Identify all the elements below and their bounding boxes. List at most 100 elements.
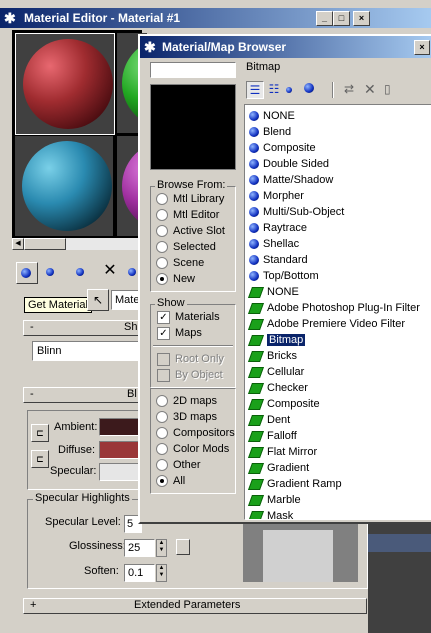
radio-all[interactable]: All — [156, 473, 235, 489]
soften-spinner[interactable]: ▲ ▼ — [156, 564, 167, 582]
list-item-none-material[interactable]: NONE — [245, 108, 431, 124]
radio-button[interactable] — [156, 443, 168, 456]
list-item-double-sided[interactable]: Double Sided — [245, 156, 431, 172]
view-small-icons-button[interactable] — [286, 84, 302, 100]
maximize-button[interactable]: □ — [333, 11, 350, 26]
view-large-icons-button[interactable] — [304, 82, 320, 98]
close-button[interactable]: × — [353, 11, 370, 26]
list-item-dent[interactable]: Dent — [245, 412, 431, 428]
list-item-none-map[interactable]: NONE — [245, 284, 431, 300]
diffuse-color-swatch[interactable] — [99, 441, 143, 459]
list-item-marble[interactable]: Marble — [245, 492, 431, 508]
checkbox-maps[interactable]: ✓ Maps — [157, 325, 224, 341]
list-item-multi-sub-object[interactable]: Multi/Sub-Object — [245, 204, 431, 220]
make-copy-icon[interactable] — [128, 266, 138, 280]
list-item-raytrace[interactable]: Raytrace — [245, 220, 431, 236]
radio-2d-maps[interactable]: 2D maps — [156, 393, 235, 409]
specular-color-swatch[interactable] — [99, 463, 143, 481]
checkbox-label: By Object — [175, 369, 223, 381]
update-scene-materials-icon[interactable]: ⇄ — [344, 81, 360, 97]
map-icon — [247, 350, 265, 362]
radio-label: New — [173, 273, 196, 285]
list-item-checker[interactable]: Checker — [245, 380, 431, 396]
checkbox-materials[interactable]: ✓ Materials — [157, 309, 224, 325]
put-to-scene-icon[interactable] — [42, 265, 58, 279]
clear-material-library-icon[interactable]: ▯ — [384, 81, 400, 97]
radio-button[interactable] — [156, 273, 168, 286]
list-item-label: Gradient — [267, 462, 310, 474]
checkbox[interactable]: ✓ — [157, 326, 170, 340]
minimize-button[interactable]: _ — [316, 11, 333, 26]
soften-input[interactable]: 0.1 — [124, 564, 155, 582]
list-item-premiere-filter[interactable]: Adobe Premiere Video Filter — [245, 316, 431, 332]
scroll-left-arrow[interactable]: ◀ — [12, 238, 24, 250]
lock-ambient-button[interactable]: ⊏ — [31, 424, 49, 442]
delete-from-library-icon[interactable]: ✕ — [364, 81, 380, 97]
radio-button[interactable] — [156, 459, 168, 472]
shader-rollout-header[interactable]: - Sh — [23, 320, 145, 336]
list-item-matte-shadow[interactable]: Matte/Shadow — [245, 172, 431, 188]
list-item-composite-material[interactable]: Composite — [245, 140, 431, 156]
list-item-composite-map[interactable]: Composite — [245, 396, 431, 412]
assign-to-selection-icon[interactable] — [72, 265, 88, 279]
view-list-button[interactable]: ☰ — [246, 81, 264, 99]
list-item-flat-mirror[interactable]: Flat Mirror — [245, 444, 431, 460]
extended-parameters-rollout[interactable]: + Extended Parameters — [23, 598, 367, 614]
radio-new[interactable]: New — [156, 271, 225, 287]
glossiness-input[interactable]: 25 — [124, 539, 155, 557]
sample-slot-3[interactable] — [15, 136, 113, 236]
radio-button[interactable] — [156, 395, 168, 408]
browser-titlebar[interactable]: ✱ Material/Map Browser × — [140, 36, 431, 58]
radio-mtl-editor[interactable]: Mtl Editor — [156, 207, 225, 223]
scroll-thumb[interactable] — [24, 238, 66, 250]
list-item-bitmap[interactable]: Bitmap — [245, 332, 431, 348]
radio-button[interactable] — [156, 241, 168, 254]
list-item-gradient-ramp[interactable]: Gradient Ramp — [245, 476, 431, 492]
ambient-color-swatch[interactable] — [99, 418, 143, 436]
radio-button[interactable] — [156, 193, 168, 206]
list-item-standard[interactable]: Standard — [245, 252, 431, 268]
checkbox[interactable]: ✓ — [157, 310, 170, 324]
radio-scene[interactable]: Scene — [156, 255, 225, 271]
list-item-photoshop-filter[interactable]: Adobe Photoshop Plug-In Filter — [245, 300, 431, 316]
material-editor-titlebar[interactable]: ✱ Material Editor - Material #1 _ □ × — [0, 8, 431, 28]
radio-button[interactable] — [156, 427, 168, 440]
lock-specular-button[interactable]: ⊏ — [31, 450, 49, 468]
radio-color-mods[interactable]: Color Mods — [156, 441, 235, 457]
radio-button[interactable] — [156, 475, 168, 488]
radio-compositors[interactable]: Compositors — [156, 425, 235, 441]
radio-mtl-library[interactable]: Mtl Library — [156, 191, 225, 207]
sample-slot-scrollbar[interactable]: ◀ — [12, 238, 142, 250]
list-item-morpher[interactable]: Morpher — [245, 188, 431, 204]
sample-slot-1[interactable] — [15, 33, 115, 135]
list-item-cellular[interactable]: Cellular — [245, 364, 431, 380]
get-material-button[interactable] — [16, 262, 38, 284]
material-icon — [249, 143, 259, 154]
radio-button[interactable] — [156, 411, 168, 424]
basic-params-rollout-header[interactable]: - Bl — [23, 387, 145, 403]
view-list-icons-button[interactable]: ☷ — [266, 81, 282, 97]
glossiness-map-button[interactable] — [176, 539, 190, 555]
list-item-mask[interactable]: Mask — [245, 508, 431, 519]
list-item-falloff[interactable]: Falloff — [245, 428, 431, 444]
list-item-shellac[interactable]: Shellac — [245, 236, 431, 252]
radio-button[interactable] — [156, 257, 168, 270]
list-item-bricks[interactable]: Bricks — [245, 348, 431, 364]
radio-3d-maps[interactable]: 3D maps — [156, 409, 235, 425]
list-item-top-bottom[interactable]: Top/Bottom — [245, 268, 431, 284]
radio-button[interactable] — [156, 209, 168, 222]
radio-other[interactable]: Other — [156, 457, 235, 473]
browser-close-button[interactable]: × — [414, 40, 430, 55]
pick-material-button[interactable]: ↖ — [87, 289, 109, 311]
radio-button[interactable] — [156, 225, 168, 238]
list-item-blend[interactable]: Blend — [245, 124, 431, 140]
list-item-gradient[interactable]: Gradient — [245, 460, 431, 476]
browser-search-input[interactable] — [150, 62, 236, 78]
material-map-list[interactable]: NONE Blend Composite Double Sided Matte/… — [244, 104, 431, 520]
reset-material-icon[interactable]: ✕ — [102, 262, 118, 280]
glossiness-spinner[interactable]: ▲ ▼ — [156, 539, 167, 557]
small-icon — [286, 87, 292, 94]
shader-type-dropdown[interactable]: Blinn — [32, 341, 142, 361]
radio-selected[interactable]: Selected — [156, 239, 225, 255]
radio-active-slot[interactable]: Active Slot — [156, 223, 225, 239]
